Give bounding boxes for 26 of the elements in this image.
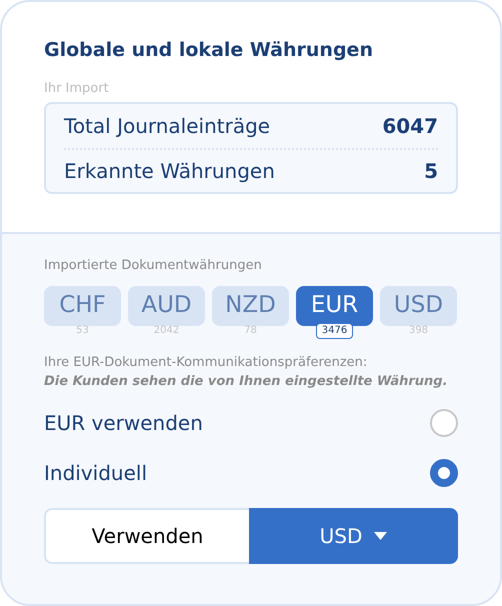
section-title: Globale und lokale Währungen (44, 38, 374, 63)
currency-chip[interactable]: AUD (128, 286, 205, 326)
currency-chip[interactable]: CHF (44, 286, 121, 326)
stat-label: Erkannte Währungen (64, 158, 275, 185)
currency-chip[interactable]: USD (380, 286, 457, 326)
import-label: Ihr Import (44, 80, 110, 98)
stat-label: Total Journaleinträge (64, 113, 270, 140)
stat-value: 5 (424, 158, 438, 185)
currency-chip[interactable]: NZD (212, 286, 289, 326)
currency-dropdown[interactable]: USD (249, 508, 458, 564)
currency-count: 78 (243, 324, 258, 338)
option-label: Individuell (44, 460, 148, 486)
stat-value: 6047 (382, 113, 438, 140)
currency-chip[interactable]: EUR (296, 286, 373, 326)
radio-button[interactable] (430, 408, 458, 436)
radio-button[interactable] (430, 458, 458, 486)
caret-icon (374, 532, 388, 540)
option-label: EUR verwenden (44, 410, 203, 436)
currencies-label: Importierte Dokumentwährungen (44, 257, 263, 275)
currency-count: 53 (75, 324, 90, 338)
currency-count: 3476 (316, 322, 354, 338)
currency-count: 2042 (152, 324, 180, 338)
currency-count: 398 (408, 324, 430, 338)
use-button[interactable]: Verwenden (44, 508, 249, 564)
preference-note: Die Kunden sehen die von Ihnen eingestellte Währung. (44, 373, 449, 391)
preference-label: Ihre EUR-Dokument-Kommunikationspräferenzen: (44, 354, 368, 372)
